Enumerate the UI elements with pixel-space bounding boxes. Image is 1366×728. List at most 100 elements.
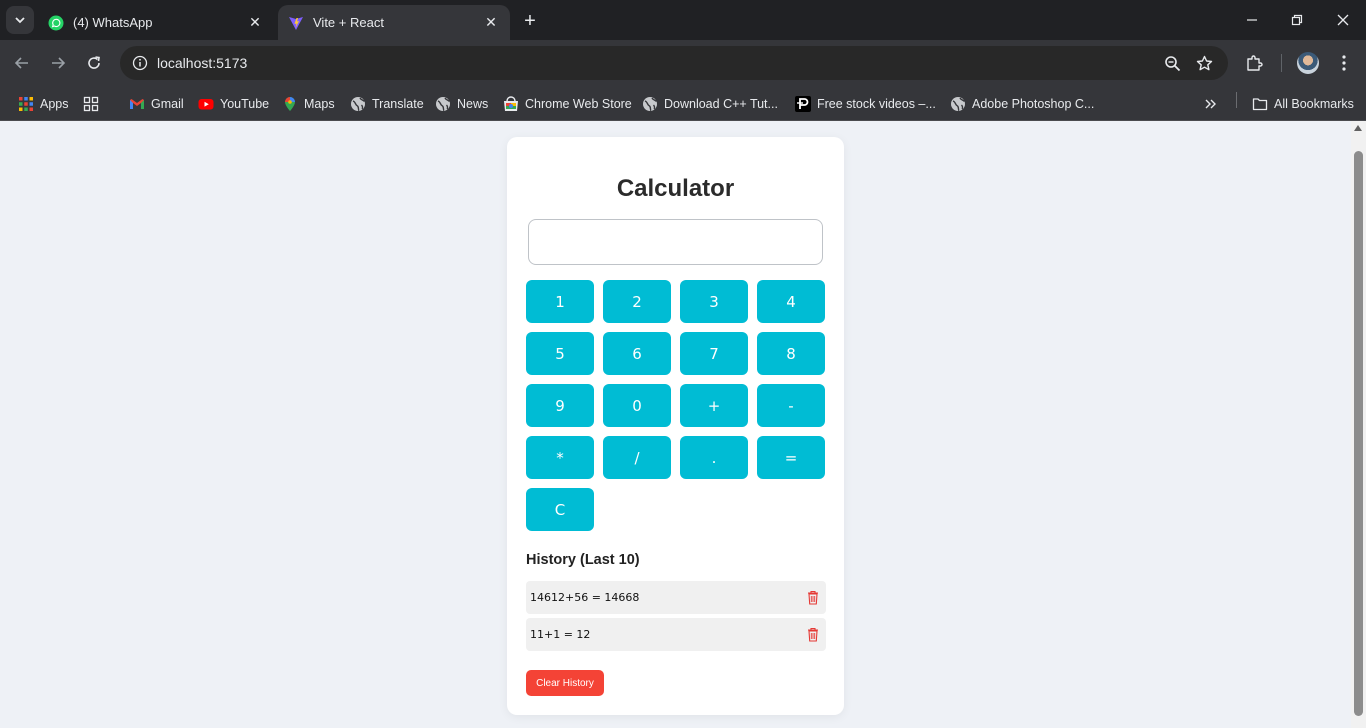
bookmark-tab-groups[interactable] xyxy=(83,92,105,116)
bookmark-maps[interactable]: Maps xyxy=(282,92,335,116)
delete-history-button[interactable] xyxy=(806,627,820,643)
keypad: 1 2 3 4 5 6 7 8 9 0 + - * / . = C xyxy=(526,280,826,531)
close-window-button[interactable] xyxy=(1331,8,1355,32)
restore-button[interactable] xyxy=(1285,8,1309,32)
reload-icon xyxy=(88,56,100,69)
key-1[interactable]: 1 xyxy=(526,280,594,323)
bookmark-free-stock-videos[interactable]: Free stock videos –... xyxy=(795,92,936,116)
globe-icon xyxy=(951,97,965,112)
history-item: 11+1 = 12 xyxy=(526,618,826,651)
key-8[interactable]: 8 xyxy=(757,332,825,375)
more-vert-icon xyxy=(1342,55,1346,71)
tab-vite-react[interactable]: Vite + React ✕ xyxy=(278,5,510,40)
bookmark-label: Adobe Photoshop C... xyxy=(972,97,1095,111)
trash-icon xyxy=(808,627,818,642)
key-4[interactable]: 4 xyxy=(757,280,825,323)
bookmarks-overflow-button[interactable] xyxy=(1204,92,1218,116)
bookmark-star-button[interactable] xyxy=(1192,51,1216,75)
bookmark-translate[interactable]: Translate xyxy=(350,92,424,116)
profile-avatar[interactable] xyxy=(1297,52,1319,74)
scroll-up-arrow-icon[interactable] xyxy=(1354,125,1362,131)
url-text[interactable]: localhost:5173 xyxy=(157,55,247,71)
forward-button[interactable] xyxy=(46,51,70,75)
key-plus[interactable]: + xyxy=(680,384,748,427)
clear-history-button[interactable]: Clear History xyxy=(526,670,604,696)
page-viewport: Calculator 1 2 3 4 5 6 7 8 9 0 + - * / .… xyxy=(0,121,1351,728)
key-3[interactable]: 3 xyxy=(680,280,748,323)
tab-search-button[interactable] xyxy=(6,6,34,34)
zoom-out-icon xyxy=(1164,55,1180,71)
stock-videos-icon xyxy=(795,96,811,112)
reload-button[interactable] xyxy=(82,51,106,75)
minimize-button[interactable] xyxy=(1240,8,1264,32)
key-decimal[interactable]: . xyxy=(680,436,748,479)
key-multiply[interactable]: * xyxy=(526,436,594,479)
key-2[interactable]: 2 xyxy=(603,280,671,323)
key-divide[interactable]: / xyxy=(603,436,671,479)
key-0[interactable]: 0 xyxy=(603,384,671,427)
vite-icon xyxy=(289,16,303,30)
bookmark-gmail[interactable]: Gmail xyxy=(129,92,184,116)
page-title: Calculator xyxy=(616,175,735,202)
back-arrow-icon xyxy=(14,57,28,69)
bookmark-apps[interactable]: Apps xyxy=(18,92,69,116)
tab-title: (4) WhatsApp xyxy=(73,15,153,30)
chrome-web-store-icon xyxy=(504,96,518,111)
bookmark-label: Apps xyxy=(40,97,69,111)
tab-groups-icon xyxy=(83,96,99,112)
history-item: 14612+56 = 14668 xyxy=(526,581,826,614)
page-scrollbar[interactable] xyxy=(1351,121,1366,728)
close-icon[interactable]: ✕ xyxy=(246,14,264,32)
close-icon xyxy=(1337,14,1349,26)
zoom-button[interactable] xyxy=(1160,51,1184,75)
maps-icon xyxy=(285,97,295,111)
key-5[interactable]: 5 xyxy=(526,332,594,375)
history-expression: 11+1 = 12 xyxy=(530,628,591,641)
key-clear[interactable]: C xyxy=(526,488,594,531)
history-expression: 14612+56 = 14668 xyxy=(530,591,640,604)
delete-history-button[interactable] xyxy=(806,590,820,606)
all-bookmarks-button[interactable]: All Bookmarks xyxy=(1252,92,1354,116)
bookmarks-divider xyxy=(1236,92,1237,108)
bookmark-news[interactable]: News xyxy=(435,92,488,116)
trash-icon xyxy=(808,590,818,605)
apps-grid-icon xyxy=(19,97,33,111)
key-9[interactable]: 9 xyxy=(526,384,594,427)
key-7[interactable]: 7 xyxy=(680,332,748,375)
menu-button[interactable] xyxy=(1332,51,1356,75)
key-equals[interactable]: = xyxy=(757,436,825,479)
site-info-button[interactable] xyxy=(128,51,152,75)
bookmark-label: Chrome Web Store xyxy=(525,97,632,111)
scrollbar-thumb[interactable] xyxy=(1354,151,1363,716)
key-6[interactable]: 6 xyxy=(603,332,671,375)
whatsapp-icon xyxy=(48,15,64,30)
youtube-icon xyxy=(198,99,214,110)
globe-icon xyxy=(643,97,657,112)
bookmark-download-cpp[interactable]: Download C++ Tut... xyxy=(642,92,778,116)
bookmark-chrome-web-store[interactable]: Chrome Web Store xyxy=(503,92,632,116)
bookmarks-bar: Apps Gmail YouTube Maps Translate News C… xyxy=(0,86,1366,194)
close-icon[interactable]: ✕ xyxy=(482,14,500,32)
history-title: History (Last 10) xyxy=(526,552,640,568)
double-chevron-right-icon xyxy=(1205,99,1216,109)
bookmark-adobe-photoshop[interactable]: Adobe Photoshop C... xyxy=(950,92,1094,116)
address-bar[interactable]: localhost:5173 xyxy=(120,46,1228,80)
all-bookmarks-label: All Bookmarks xyxy=(1274,97,1354,111)
bookmark-label: Gmail xyxy=(151,97,184,111)
gmail-icon xyxy=(130,99,144,109)
globe-icon xyxy=(351,97,365,112)
tab-strip: (4) WhatsApp ✕ Vite + React ✕ + xyxy=(0,0,1366,40)
key-minus[interactable]: - xyxy=(757,384,825,427)
chevron-down-icon xyxy=(15,17,25,24)
minimize-icon xyxy=(1247,19,1257,21)
star-icon xyxy=(1196,55,1212,70)
puzzle-icon xyxy=(1247,55,1263,71)
calculator-display-input[interactable] xyxy=(528,219,823,265)
bookmark-label: Maps xyxy=(304,97,335,111)
new-tab-button[interactable]: + xyxy=(518,9,542,33)
back-button[interactable] xyxy=(10,51,34,75)
tab-whatsapp[interactable]: (4) WhatsApp ✕ xyxy=(38,5,274,40)
extensions-button[interactable] xyxy=(1242,51,1266,75)
bookmark-label: Download C++ Tut... xyxy=(664,97,778,111)
bookmark-youtube[interactable]: YouTube xyxy=(198,92,269,116)
